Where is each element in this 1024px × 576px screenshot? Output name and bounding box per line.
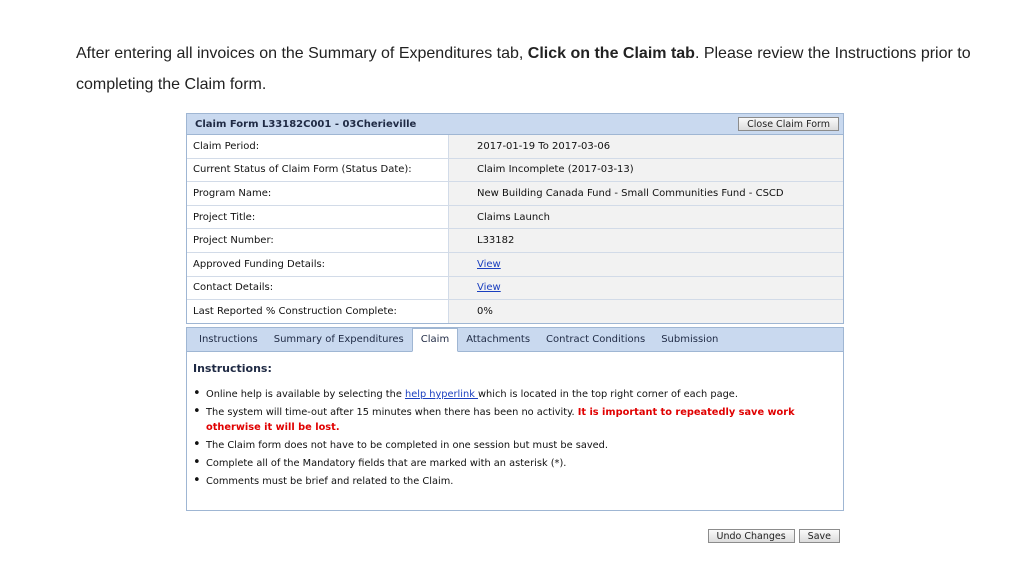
label-contact-details: Contact Details: <box>187 276 449 300</box>
list-item: Complete all of the Mandatory fields tha… <box>193 455 837 471</box>
list-item: Online help is available by selecting th… <box>193 386 837 402</box>
save-button[interactable]: Save <box>798 529 840 543</box>
list-item: The Claim form does not have to be compl… <box>193 437 837 453</box>
help-hyperlink[interactable]: help hyperlink <box>405 389 478 400</box>
row-contact-details: Contact Details: View <box>187 276 843 301</box>
value-contact-details: View <box>449 276 843 300</box>
label-program-name: Program Name: <box>187 182 449 205</box>
intro-text: After entering all invoices on the Summa… <box>76 38 976 100</box>
tab-claim[interactable]: Claim <box>411 328 459 352</box>
instruction-comments-text: Comments must be brief and related to th… <box>206 476 454 487</box>
row-construction-complete: Last Reported % Construction Complete: 0… <box>187 300 843 323</box>
view-approved-funding-link[interactable]: View <box>477 259 501 270</box>
undo-changes-button[interactable]: Undo Changes <box>707 529 795 543</box>
row-program-name: Program Name: New Building Canada Fund -… <box>187 182 843 206</box>
tab-attachments[interactable]: Attachments <box>458 329 538 351</box>
instructions-list: Online help is available by selecting th… <box>193 386 837 489</box>
instruction-help-text-end: which is located in the top right corner… <box>478 389 738 400</box>
label-claim-period: Claim Period: <box>187 135 449 158</box>
list-item: The system will time-out after 15 minute… <box>193 404 837 435</box>
instructions-title: Instructions: <box>193 362 272 375</box>
tab-instructions[interactable]: Instructions <box>191 329 266 351</box>
row-current-status: Current Status of Claim Form (Status Dat… <box>187 158 843 183</box>
value-current-status: Claim Incomplete (2017-03-13) <box>449 158 843 182</box>
row-claim-period: Claim Period: 2017-01-19 To 2017-03-06 <box>187 135 843 159</box>
close-claim-form-button[interactable]: Close Claim Form <box>738 117 839 131</box>
claim-tabs-panel: Instructions Summary of Expenditures Cla… <box>186 327 844 511</box>
label-current-status: Current Status of Claim Form (Status Dat… <box>187 158 449 182</box>
row-project-number: Project Number: L33182 <box>187 229 843 253</box>
instruction-session-text: The Claim form does not have to be compl… <box>206 440 608 451</box>
label-approved-funding: Approved Funding Details: <box>187 252 449 276</box>
label-construction-complete: Last Reported % Construction Complete: <box>187 300 449 323</box>
claim-form-summary: Claim Form L33182C001 - 03Cherieville Cl… <box>186 113 844 324</box>
instructions-content: Instructions: Online help is available b… <box>187 352 843 489</box>
list-item: Comments must be brief and related to th… <box>193 473 837 489</box>
instruction-mandatory-text: Complete all of the Mandatory fields tha… <box>206 458 567 469</box>
intro-bold: Click on the Claim tab <box>527 45 695 62</box>
label-project-number: Project Number: <box>187 229 449 252</box>
row-project-title: Project Title: Claims Launch <box>187 205 843 230</box>
value-program-name: New Building Canada Fund - Small Communi… <box>449 182 843 205</box>
value-approved-funding: View <box>449 252 843 276</box>
label-project-title: Project Title: <box>187 205 449 229</box>
intro-part1: After entering all invoices on the Summa… <box>76 45 528 62</box>
tab-bar: Instructions Summary of Expenditures Cla… <box>187 328 843 352</box>
view-contact-details-link[interactable]: View <box>477 282 501 293</box>
tab-submission[interactable]: Submission <box>653 329 726 351</box>
instruction-help-text: Online help is available by selecting th… <box>206 389 405 400</box>
value-construction-complete: 0% <box>449 300 843 323</box>
value-claim-period: 2017-01-19 To 2017-03-06 <box>449 135 843 158</box>
value-project-number: L33182 <box>449 229 843 252</box>
value-project-title: Claims Launch <box>449 205 843 229</box>
claim-form-header: Claim Form L33182C001 - 03Cherieville Cl… <box>187 114 843 135</box>
claim-form-title: Claim Form L33182C001 - 03Cherieville <box>195 118 417 130</box>
form-actions: Undo Changes Save <box>707 529 840 543</box>
row-approved-funding: Approved Funding Details: View <box>187 252 843 277</box>
instruction-timeout-text: The system will time-out after 15 minute… <box>206 407 578 418</box>
tab-summary-of-expenditures[interactable]: Summary of Expenditures <box>266 329 412 351</box>
tab-contract-conditions[interactable]: Contract Conditions <box>538 329 653 351</box>
